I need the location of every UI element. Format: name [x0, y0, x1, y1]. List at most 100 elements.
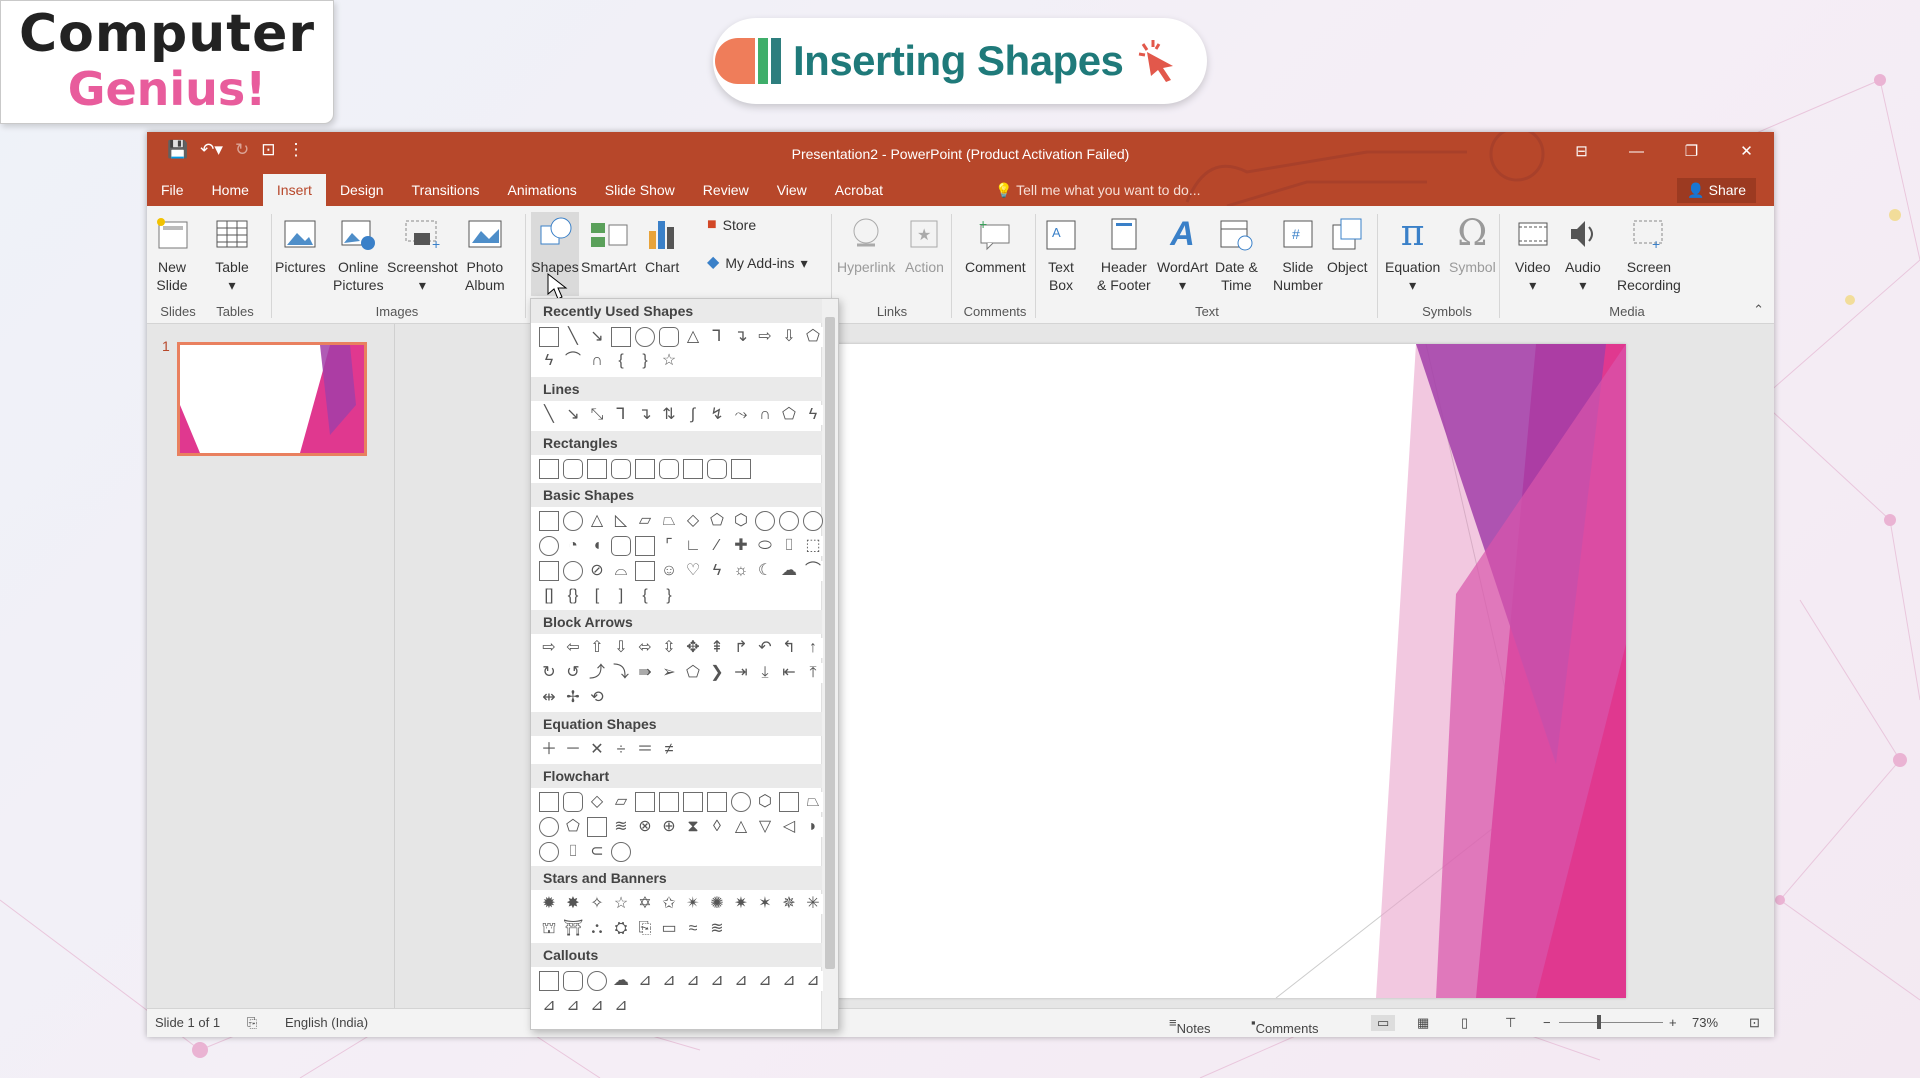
- tell-me-box[interactable]: 💡 Tell me what you want to do...: [995, 182, 1201, 199]
- shape-wave[interactable]: ≈: [683, 919, 703, 939]
- shape-circular-arrow[interactable]: ⟲: [587, 688, 607, 708]
- ribbon-display-icon[interactable]: ⊟: [1554, 132, 1609, 170]
- slide-canvas[interactable]: [776, 344, 1626, 998]
- shape-alternate-process[interactable]: [563, 792, 583, 812]
- shape-dodecagon[interactable]: [539, 536, 559, 556]
- shape-up-arrow[interactable]: ⇧: [587, 638, 607, 658]
- shape-right-brace[interactable]: }: [635, 351, 655, 371]
- shape-plus[interactable]: ＋: [539, 740, 559, 760]
- equation-button[interactable]: π Equation ▾: [1385, 212, 1440, 294]
- gallery-scrollbar[interactable]: [821, 299, 838, 1029]
- reading-view-icon[interactable]: ▯: [1461, 1015, 1468, 1031]
- shape-left-arrow-callout[interactable]: ⇤: [779, 663, 799, 683]
- shape-u-turn-arrow[interactable]: ↶: [755, 638, 775, 658]
- comments-button[interactable]: ▪ Comments: [1251, 1015, 1318, 1036]
- shape-frame[interactable]: [635, 536, 655, 556]
- shape-donut[interactable]: [563, 561, 583, 581]
- zoom-out-button[interactable]: −: [1543, 1015, 1551, 1030]
- shape-snip-round[interactable]: [659, 459, 679, 479]
- shape-cross[interactable]: ✚: [731, 536, 751, 556]
- photo-album-button[interactable]: Photo Album: [465, 212, 505, 294]
- shape-arc[interactable]: ⌒: [803, 561, 823, 581]
- shape-oval[interactable]: [635, 327, 655, 347]
- shape-elbow-arrow-connector[interactable]: ↴: [635, 405, 655, 425]
- shape-can[interactable]: ⌷: [779, 536, 799, 556]
- shape-teardrop[interactable]: [611, 536, 631, 556]
- collapse-ribbon-icon[interactable]: ⌃: [1753, 302, 1764, 318]
- shape-round-same[interactable]: [707, 459, 727, 479]
- shape-double-bracket[interactable]: []: [539, 586, 559, 606]
- minimize-button[interactable]: —: [1609, 132, 1664, 170]
- restore-button[interactable]: ❐: [1664, 132, 1719, 170]
- shape-right-brace[interactable]: }: [659, 586, 679, 606]
- spelling-icon[interactable]: ⎘: [247, 1015, 257, 1031]
- shape-curved-ribbon-up[interactable]: ⛬: [587, 919, 607, 939]
- zoom-level[interactable]: 73%: [1692, 1015, 1718, 1030]
- shape-textbox[interactable]: [539, 511, 559, 531]
- shape-line-callout-1[interactable]: ⊿: [635, 971, 655, 991]
- slide-sorter-icon[interactable]: ▦: [1417, 1015, 1429, 1031]
- tab-design[interactable]: Design: [326, 174, 398, 206]
- shape-line-callout-accent-2[interactable]: ⊿: [731, 971, 751, 991]
- shape-left-arrow[interactable]: ⇦: [563, 638, 583, 658]
- shape-6-point-star[interactable]: ✡: [635, 894, 655, 914]
- tab-transitions[interactable]: Transitions: [398, 174, 494, 206]
- shape-right-arrow[interactable]: ⇨: [539, 638, 559, 658]
- shape-offpage-connector[interactable]: ⬠: [563, 817, 583, 837]
- shape-minus[interactable]: －: [563, 740, 583, 760]
- shape-cloud[interactable]: ☁: [779, 561, 799, 581]
- shape-lightning[interactable]: ϟ: [707, 561, 727, 581]
- shape-triangle[interactable]: △: [683, 327, 703, 347]
- shape-curved-left-arrow[interactable]: ↺: [563, 663, 583, 683]
- shape-diagonal-stripe[interactable]: ⁄: [707, 536, 727, 556]
- shape-horizontal-scroll[interactable]: ▭: [659, 919, 679, 939]
- shape-7-point-star[interactable]: ✩: [659, 894, 679, 914]
- shape-pentagon[interactable]: ⬠: [707, 511, 727, 531]
- shape-curved-connector[interactable]: ∫: [683, 405, 703, 425]
- shape-up-arrow-callout[interactable]: ⤒: [803, 663, 823, 683]
- wordart-button[interactable]: A WordArt ▾: [1157, 212, 1208, 294]
- shape-8-point-star[interactable]: ✴: [683, 894, 703, 914]
- shape-round-single[interactable]: [683, 459, 703, 479]
- shape-not-equal[interactable]: ≠: [659, 740, 679, 760]
- shape-moon[interactable]: ☾: [755, 561, 775, 581]
- shape-right-arrow[interactable]: ⇨: [755, 327, 775, 347]
- shape-summing-junction[interactable]: ⊗: [635, 817, 655, 837]
- normal-view-icon[interactable]: ▭: [1371, 1015, 1396, 1031]
- notes-button[interactable]: ≡ Notes: [1169, 1015, 1211, 1036]
- shape-down-arrow[interactable]: ⇩: [779, 327, 799, 347]
- slideshow-view-icon[interactable]: ⊤: [1505, 1015, 1516, 1031]
- shape-text-box[interactable]: [539, 327, 559, 347]
- shape-left-right-up-arrow[interactable]: ⇞: [707, 638, 727, 658]
- shape-curved-up-arrow[interactable]: ⤴: [587, 663, 607, 683]
- screenshot-button[interactable]: + Screenshot ▾: [387, 212, 458, 294]
- shape-snip-single[interactable]: [587, 459, 607, 479]
- tab-acrobat[interactable]: Acrobat: [821, 174, 897, 206]
- shape-punched-tape[interactable]: ≋: [611, 817, 631, 837]
- share-button[interactable]: 👤 Share: [1677, 178, 1756, 203]
- shape-folded-corner[interactable]: [635, 561, 655, 581]
- shape-sequential-access[interactable]: [539, 842, 559, 862]
- shape-card[interactable]: [587, 817, 607, 837]
- shape-chord[interactable]: ◖: [587, 536, 607, 556]
- shape-curve[interactable]: ∩: [755, 405, 775, 425]
- shape-sort[interactable]: ◊: [707, 817, 727, 837]
- shape-extract[interactable]: △: [731, 817, 751, 837]
- new-slide-button[interactable]: New Slide: [155, 212, 189, 294]
- shape-curved-right-arrow[interactable]: ↻: [539, 663, 559, 683]
- shape-plaque[interactable]: ⬭: [755, 536, 775, 556]
- shape-rounded-callout[interactable]: [563, 971, 583, 991]
- shape-document[interactable]: [683, 792, 703, 812]
- shape-left-brace[interactable]: {: [635, 586, 655, 606]
- shape-decision[interactable]: ◇: [587, 792, 607, 812]
- hyperlink-button[interactable]: Hyperlink: [837, 212, 895, 276]
- shape-left-bracket[interactable]: [: [587, 586, 607, 606]
- shape-ribbon-down[interactable]: ⛩: [563, 919, 583, 939]
- symbol-button[interactable]: Ω Symbol: [1449, 212, 1496, 276]
- shape-merge[interactable]: ▽: [755, 817, 775, 837]
- chart-button[interactable]: Chart: [645, 212, 679, 276]
- shape-trapezoid[interactable]: ⏢: [659, 511, 679, 531]
- table-button[interactable]: Table ▾: [215, 212, 249, 294]
- shape-rect[interactable]: [539, 459, 559, 479]
- shape-terminator[interactable]: [731, 792, 751, 812]
